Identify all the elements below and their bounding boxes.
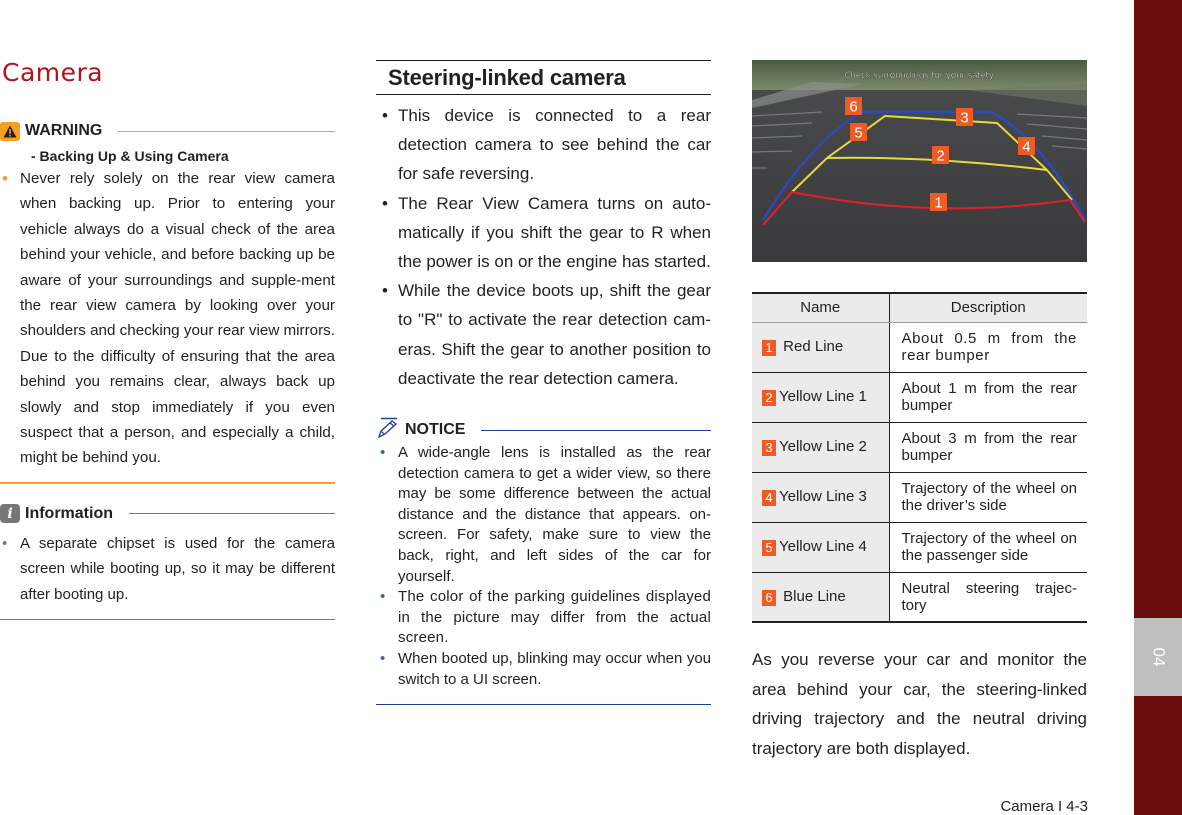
number-badge: 5 (762, 540, 776, 556)
number-badge: 6 (762, 589, 776, 606)
steering-item: The Rear View Camera turns on auto-matic… (376, 189, 711, 277)
notice-item: A wide-angle lens is installed as the re… (376, 443, 711, 587)
right-column: Check surroundings for your safety. 1 2 … (752, 60, 1087, 763)
number-badge: 1 (762, 340, 776, 356)
steering-item: This device is connected to a rear detec… (376, 101, 711, 189)
chapter-tab-04[interactable]: 04 (1134, 618, 1182, 696)
middle-column: Steering-linked camera This device is co… (376, 60, 711, 706)
warning-triangle-icon (0, 121, 20, 141)
chapter-number: 04 (1148, 647, 1168, 667)
marker-5: 5 (854, 125, 862, 142)
section-title-rule (376, 94, 711, 95)
information-bottom-rule (0, 619, 335, 621)
warning-label: WARNING (25, 122, 103, 139)
rear-camera-image: Check surroundings for your safety. 1 2 … (752, 60, 1087, 262)
left-column: WARNING - Backing Up & Using Camera Neve… (0, 120, 335, 621)
row-name: Red Line (783, 338, 844, 355)
warning-header: WARNING (0, 120, 335, 142)
notice-item: The color of the parking guidelines disp… (376, 587, 711, 649)
row-name: Blue Line (783, 587, 846, 605)
number-badge: 2 (762, 390, 776, 406)
warning-list: Never rely solely on the rear view camer… (0, 166, 335, 471)
row-description: About 1 m from the rear bumper (889, 372, 1087, 423)
steering-list: This device is connected to a rear detec… (376, 101, 711, 393)
table-row: 3 Yellow Line 2 About 3 m from the rear b… (752, 422, 1087, 473)
page-footer: Camera I 4-3 (1000, 798, 1088, 815)
notice-divider (481, 429, 711, 431)
number-badge: 4 (762, 490, 776, 506)
row-description: Neutral steering trajec-tory (889, 572, 1087, 623)
notice-list: A wide-angle lens is installed as the re… (376, 443, 711, 690)
steering-item: While the device boots up, shift the gea… (376, 276, 711, 393)
marker-2: 2 (936, 148, 944, 165)
row-description: Trajectory of the wheel on the passenger… (889, 522, 1087, 573)
marker-4: 4 (1022, 139, 1030, 156)
notice-box: NOTICE A wide-angle lens is installed as… (376, 417, 711, 706)
camera-overlay-text: Check surroundings for your safety. (845, 71, 996, 81)
table-header-row: Name Description (752, 292, 1087, 323)
warning-subtitle: - Backing Up & Using Camera (31, 148, 229, 164)
table-row: 5 Yellow Line 4 Trajectory of the wheel o… (752, 522, 1087, 573)
info-icon: i (0, 504, 20, 524)
notice-header: NOTICE (376, 417, 711, 444)
information-box: i Information A separate chipset is used… (0, 503, 335, 621)
notice-bottom-rule (376, 704, 711, 706)
notice-item: When booted up, blinking may occur when … (376, 649, 711, 690)
marker-3: 3 (960, 110, 968, 127)
table-row: 2 Yellow Line 1 About 1 m from the rear b… (752, 372, 1087, 423)
warning-divider (118, 130, 335, 132)
information-divider (129, 513, 335, 515)
row-name: Yellow Line 1 (779, 388, 867, 405)
information-list: A separate chipset is used for the camer… (0, 531, 335, 608)
chapter-side-tab: 04 (1134, 0, 1182, 815)
row-description: Trajectory of the wheel on the driver’s … (889, 472, 1087, 523)
column-header-description: Description (889, 292, 1087, 323)
row-description: About 0.5 m from the rear bumper (889, 322, 1087, 373)
column-header-name: Name (752, 292, 890, 323)
row-name: Yellow Line 2 (779, 438, 867, 455)
guideline-table: Name Description 1 Red Line About 0.5 m … (752, 292, 1087, 623)
information-header: i Information (0, 503, 335, 525)
page-title: Camera (2, 58, 104, 87)
section-title: Steering-linked camera (388, 65, 626, 90)
row-description: About 3 m from the rear bumper (889, 422, 1087, 473)
table-row: 6 Blue Line Neutral steering trajec-tory (752, 572, 1087, 623)
table-row: 1 Red Line About 0.5 m from the rear bum… (752, 322, 1087, 373)
warning-item: Never rely solely on the rear view camer… (0, 166, 335, 471)
number-badge: 3 (762, 440, 776, 456)
information-label: Information (25, 504, 113, 522)
closing-paragraph: As you reverse your car and monitor the … (752, 650, 1087, 758)
information-item: A separate chipset is used for the camer… (0, 531, 335, 608)
row-name: Yellow Line 3 (779, 488, 867, 505)
table-row: 4 Yellow Line 3 Trajectory of the wheel o… (752, 472, 1087, 523)
warning-bottom-rule (0, 481, 335, 484)
notice-label: NOTICE (405, 421, 466, 439)
marker-6: 6 (849, 99, 857, 116)
marker-1: 1 (934, 195, 942, 212)
row-name: Yellow Line 4 (779, 538, 867, 555)
pencil-icon (376, 417, 400, 444)
warning-box: WARNING - Backing Up & Using Camera Neve… (0, 120, 335, 484)
